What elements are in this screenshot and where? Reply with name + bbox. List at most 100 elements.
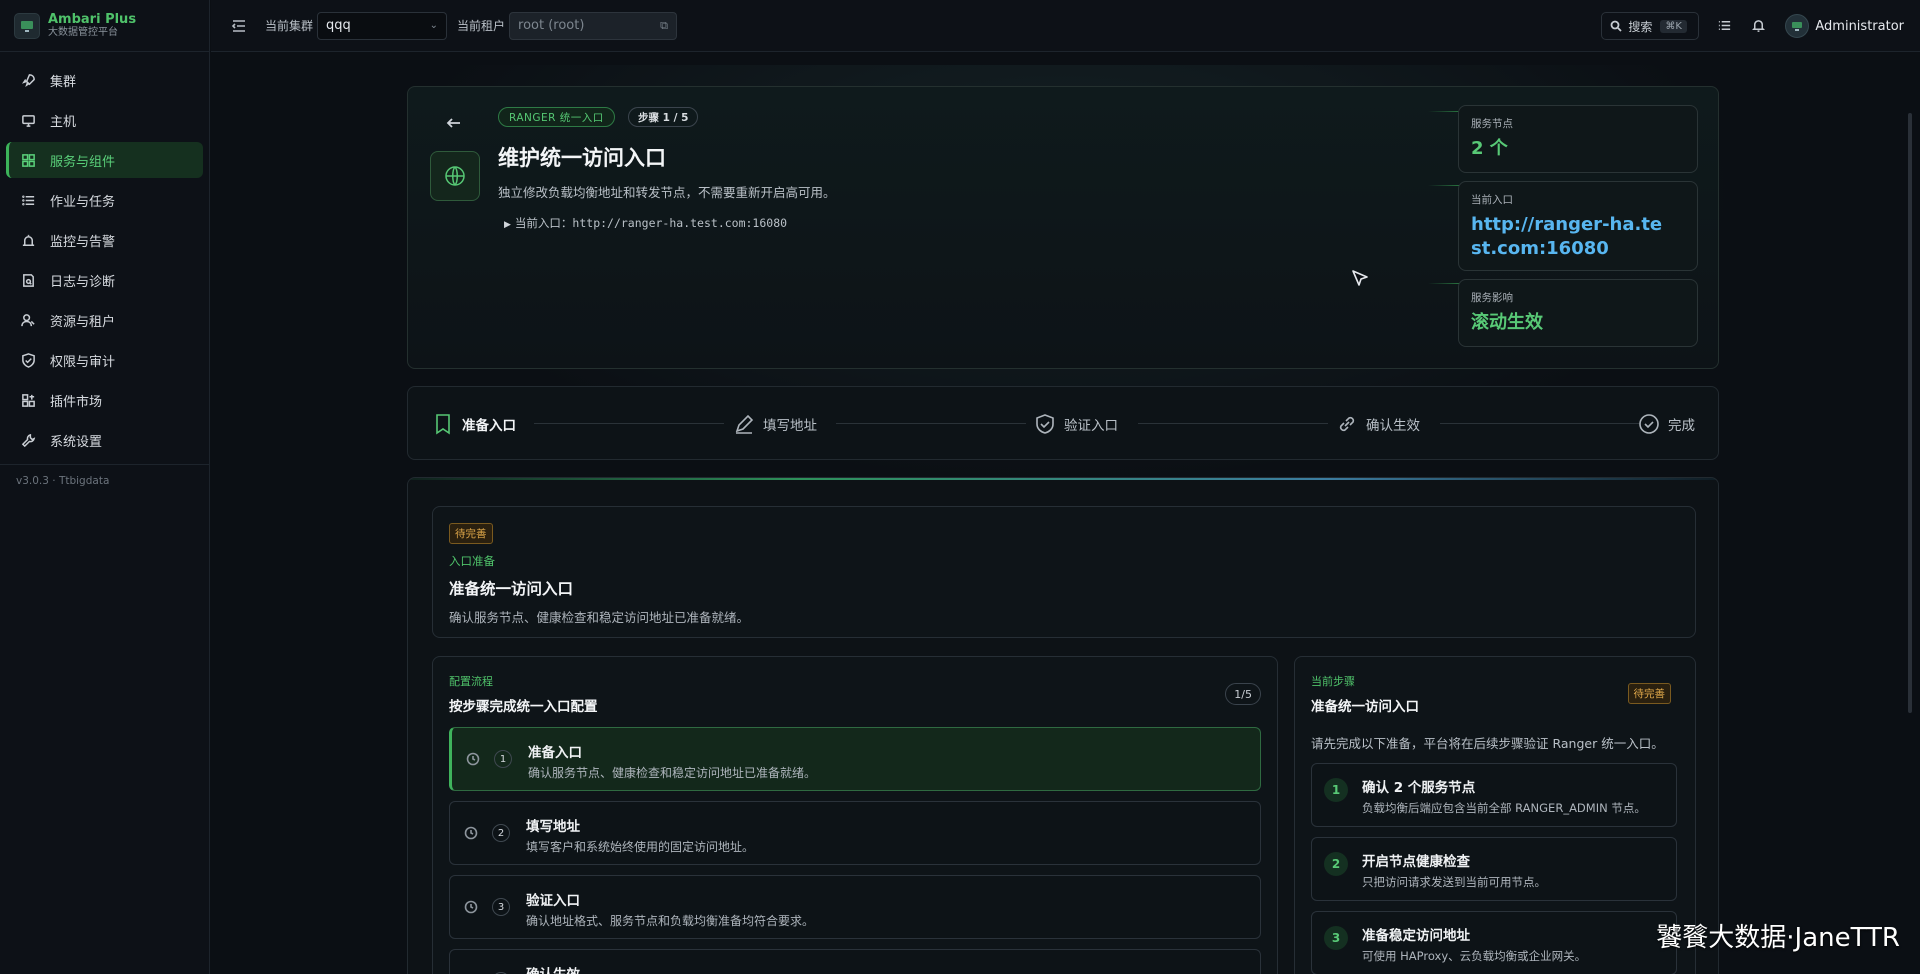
flow-item-number: 3 — [492, 898, 510, 916]
step-content: 待完善 入口准备 准备统一访问入口 确认服务节点、健康检查和稳定访问地址已准备就… — [407, 477, 1719, 974]
avatar[interactable] — [1785, 14, 1810, 38]
step-connector — [836, 423, 1026, 424]
sidebar-item-plugins[interactable]: 插件市场 — [6, 382, 203, 418]
hero-card: RANGER 统一入口 步骤 1 / 5 维护统一访问入口 独立修改负载均衡地址… — [407, 86, 1719, 369]
flow-item[interactable]: 2 填写地址 填写客户和系统始终使用的固定访问地址。 — [449, 801, 1261, 865]
brand[interactable]: Ambari Plus 大数据管控平台 — [0, 0, 209, 52]
stat-card-nodes: 服务节点 2 个 — [1458, 105, 1698, 173]
ranger-tag: RANGER 统一入口 — [498, 107, 615, 127]
brand-subtitle: 大数据管控平台 — [48, 27, 118, 38]
search-shortcut: ⌘K — [1660, 19, 1687, 33]
checklist-item: 2 开启节点健康检查 只把访问请求发送到当前可用节点。 — [1311, 837, 1677, 901]
stepper: 准备入口 填写地址 验证入口 确认生效 完成 — [407, 386, 1719, 460]
flow-card: 配置流程 按步骤完成统一入口配置 1/5 1 准备入口 确认服务节点、健康检查和… — [432, 656, 1278, 974]
search-icon — [1610, 20, 1623, 32]
checklist-number: 1 — [1324, 778, 1348, 802]
sidebar-item-settings[interactable]: 系统设置 — [6, 422, 203, 458]
checklist-item: 1 确认 2 个服务节点 负载均衡后端应包含当前全部 RANGER_ADMIN … — [1311, 763, 1677, 827]
globe-icon — [430, 151, 480, 201]
sidebar-item-cluster[interactable]: 集群 — [6, 62, 203, 98]
monitor-icon — [20, 112, 36, 128]
intro-card: 待完善 入口准备 准备统一访问入口 确认服务节点、健康检查和稳定访问地址已准备就… — [432, 506, 1696, 638]
checklist-description: 负载均衡后端应包含当前全部 RANGER_ADMIN 节点。 — [1362, 801, 1646, 815]
flow-kicker: 配置流程 — [449, 675, 493, 688]
step-connector — [534, 423, 724, 424]
stat-connector — [1428, 111, 1460, 112]
page-description: 独立修改负载均衡地址和转发节点，不需要重新开启高可用。 — [498, 185, 836, 200]
search-button[interactable]: 搜索 ⌘K — [1601, 12, 1700, 40]
alarm-icon — [20, 232, 36, 248]
checklist-description: 只把访问请求发送到当前可用节点。 — [1362, 875, 1546, 889]
step-confirm[interactable]: 确认生效 — [1336, 387, 1420, 461]
step-label: 确认生效 — [1366, 418, 1420, 434]
main-content: RANGER 统一入口 步骤 1 / 5 维护统一访问入口 独立修改负载均衡地址… — [211, 53, 1912, 974]
sidebar-collapse-icon[interactable] — [231, 18, 247, 34]
bell-icon[interactable] — [1751, 18, 1767, 34]
page-title: 维护统一访问入口 — [498, 146, 666, 170]
sidebar-item-label: 集群 — [50, 74, 77, 90]
current-entry-toggle[interactable]: ▶ 当前入口：http://ranger-ha.test.com:16080 — [504, 215, 787, 231]
link-icon — [1339, 416, 1355, 432]
stat-card-impact: 服务影响 滚动生效 — [1458, 279, 1698, 347]
sidebar-item-host[interactable]: 主机 — [6, 102, 203, 138]
checklist-title: 准备稳定访问地址 — [1362, 928, 1470, 944]
flow-item-description: 填写客户和系统始终使用的固定访问地址。 — [526, 840, 755, 854]
current-step-card: 当前步骤 准备统一访问入口 待完善 请先完成以下准备，平台将在后续步骤验证 Ra… — [1294, 656, 1696, 974]
sidebar-item-services[interactable]: 服务与组件 — [6, 142, 203, 178]
topbar: 当前集群 qqq ⌄ 当前租户 root (root) ⧉ 搜索 ⌘K Admi… — [211, 0, 1920, 52]
bookmark-icon — [436, 414, 450, 435]
sidebar-item-label: 主机 — [50, 114, 77, 130]
apps-icon — [20, 392, 36, 408]
intro-description: 确认服务节点、健康检查和稳定访问地址已准备就绪。 — [449, 610, 750, 625]
sidebar-item-jobs[interactable]: 作业与任务 — [6, 182, 203, 218]
brand-logo-icon — [14, 12, 40, 39]
flow-item-number: 2 — [492, 824, 510, 842]
flow-item-title: 验证入口 — [526, 893, 580, 909]
wrench-icon — [20, 432, 36, 448]
accent-line — [408, 478, 1718, 480]
org-chart-icon: ⧉ — [660, 18, 669, 32]
checklist-number: 2 — [1324, 852, 1348, 876]
user-name[interactable]: Administrator — [1815, 19, 1904, 34]
step-done[interactable]: 完成 — [1638, 387, 1695, 461]
stat-connector — [1428, 283, 1460, 284]
sidebar-item-logs[interactable]: 日志与诊断 — [6, 262, 203, 298]
cluster-select-value: qqq — [326, 18, 351, 33]
cluster-select[interactable]: qqq ⌄ — [317, 11, 448, 40]
step-prepare[interactable]: 准备入口 — [432, 387, 516, 461]
sidebar-item-label: 插件市场 — [50, 394, 103, 410]
sidebar-item-permissions[interactable]: 权限与审计 — [6, 342, 203, 378]
step-fill-address[interactable]: 填写地址 — [733, 387, 817, 461]
sidebar: Ambari Plus 大数据管控平台 集群 主机 服务与组件 作业与任务 监控… — [0, 0, 210, 974]
grid-icon — [20, 152, 36, 168]
brand-title: Ambari Plus — [48, 12, 137, 27]
clock-icon — [464, 826, 478, 840]
step-label: 填写地址 — [763, 418, 817, 434]
tenant-select-value: root (root) — [518, 18, 585, 33]
step-label: 验证入口 — [1064, 418, 1118, 434]
sidebar-item-monitor[interactable]: 监控与告警 — [6, 222, 203, 258]
sidebar-nav: 集群 主机 服务与组件 作业与任务 监控与告警 日志与诊断 资源与租户 权限与审… — [0, 52, 209, 458]
step-verify[interactable]: 验证入口 — [1034, 387, 1118, 461]
version-label: v3.0.3 · Ttbigdata — [16, 475, 110, 487]
stat-label: 服务节点 — [1471, 118, 1513, 130]
checklist-item: 3 准备稳定访问地址 可使用 HAProxy、云负载均衡或企业网关。 — [1311, 911, 1677, 974]
intro-title: 准备统一访问入口 — [449, 580, 574, 598]
sidebar-item-label: 服务与组件 — [50, 154, 116, 170]
stat-label: 当前入口 — [1471, 194, 1513, 206]
flow-item-description: 确认地址格式、服务节点和负载均衡准备均符合要求。 — [526, 914, 815, 928]
step-tag: 步骤 1 / 5 — [628, 107, 699, 127]
caret-right-icon: ▶ — [504, 220, 511, 230]
list-icon — [20, 192, 36, 208]
flow-title: 按步骤完成统一入口配置 — [449, 699, 598, 715]
back-arrow-icon[interactable] — [446, 115, 462, 131]
flow-item[interactable]: 4 确认生效 — [449, 949, 1261, 974]
flow-item[interactable]: 3 验证入口 确认地址格式、服务节点和负载均衡准备均符合要求。 — [449, 875, 1261, 939]
task-list-icon[interactable] — [1717, 18, 1733, 34]
sidebar-item-tenants[interactable]: 资源与租户 — [6, 302, 203, 338]
scrollbar[interactable] — [1908, 113, 1912, 713]
flow-item[interactable]: 1 准备入口 确认服务节点、健康检查和稳定访问地址已准备就绪。 — [449, 727, 1261, 791]
sidebar-item-label: 日志与诊断 — [50, 274, 116, 290]
step-connector — [1440, 423, 1640, 424]
tenant-select[interactable]: root (root) ⧉ — [509, 11, 678, 40]
